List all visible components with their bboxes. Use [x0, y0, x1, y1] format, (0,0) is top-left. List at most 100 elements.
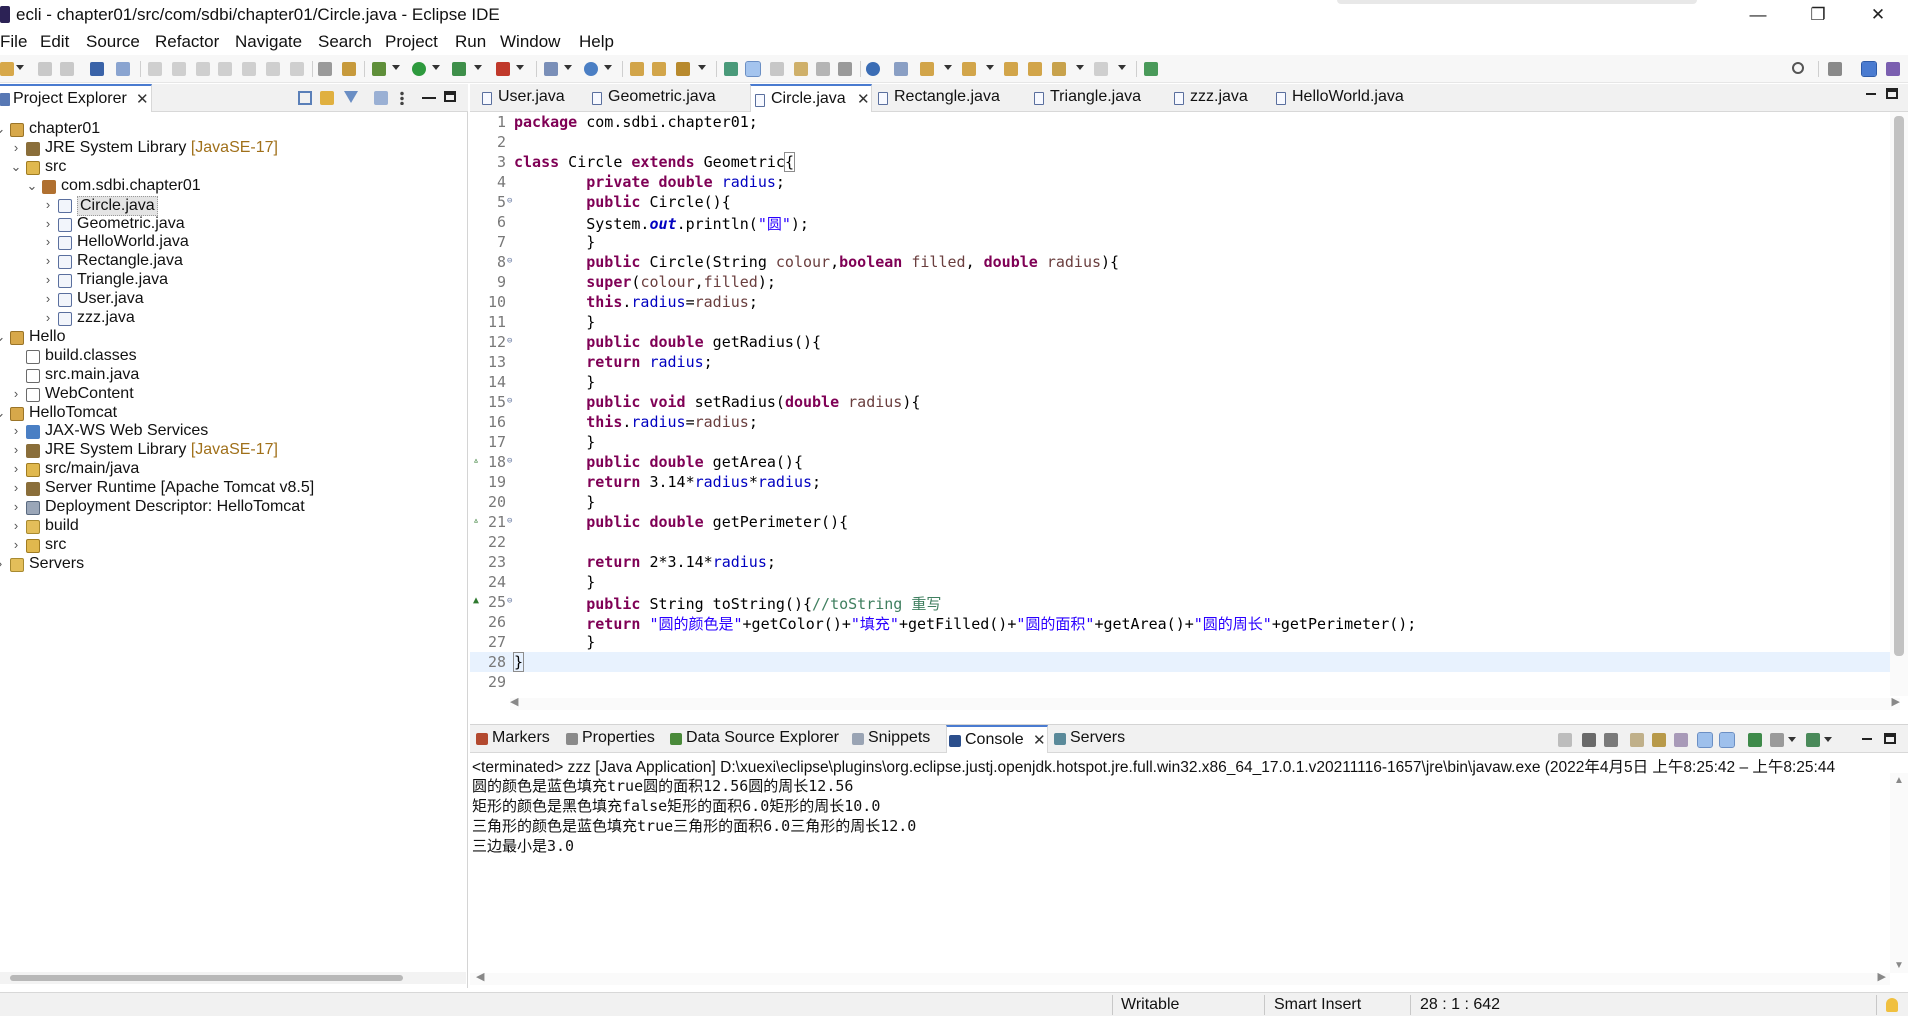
fold-toggle-icon[interactable]: ⊖	[507, 256, 512, 266]
back-dropdown-icon[interactable]	[1076, 65, 1084, 70]
menu-window[interactable]: Window	[500, 32, 560, 52]
pin-console-icon[interactable]	[1748, 733, 1762, 747]
menu-search[interactable]: Search	[318, 32, 372, 52]
display-console-dropdown-icon[interactable]	[1788, 737, 1796, 742]
view-menu-icon[interactable]	[400, 91, 404, 105]
show-whitespace-icon[interactable]	[816, 62, 830, 76]
pin-editor-icon[interactable]	[1144, 62, 1158, 76]
editor-vertical-scrollbar[interactable]	[1890, 112, 1908, 696]
fold-toggle-icon[interactable]: ⊖	[507, 196, 512, 206]
menu-source[interactable]: Source	[86, 32, 140, 52]
scroll-right-icon[interactable]: ▶	[1878, 970, 1886, 983]
external-tools-dropdown-icon[interactable]	[516, 65, 524, 70]
filter-icon[interactable]	[344, 91, 358, 103]
editor-tab-helloworld-java[interactable]: HelloWorld.java	[1272, 84, 1414, 112]
editor-tab-user-java[interactable]: User.java	[478, 84, 582, 112]
chevron-down-icon[interactable]: ⌄	[0, 121, 6, 137]
run-dropdown-icon[interactable]	[432, 65, 440, 70]
new-java-project-icon[interactable]	[544, 62, 558, 76]
search-icon[interactable]	[1792, 62, 1804, 74]
next-annotation-icon[interactable]	[920, 62, 934, 76]
remove-all-terminated-icon[interactable]	[1604, 733, 1618, 747]
open-console-dropdown-icon[interactable]	[1824, 737, 1832, 742]
open-console-icon[interactable]	[90, 62, 104, 76]
explorer-scroll-thumb[interactable]	[10, 975, 403, 981]
save-all-icon[interactable]	[60, 62, 74, 76]
maximize-view-icon[interactable]	[444, 91, 456, 102]
skip-breakpoints-icon[interactable]	[116, 62, 130, 76]
maximize-console-icon[interactable]	[1884, 733, 1896, 744]
menu-navigate[interactable]: Navigate	[235, 32, 302, 52]
chevron-right-icon[interactable]: ›	[10, 423, 22, 438]
web-browser-icon[interactable]	[866, 62, 880, 76]
minimize-editor-icon[interactable]	[1866, 93, 1876, 95]
word-wrap-console-icon[interactable]	[1674, 733, 1688, 747]
chevron-down-icon[interactable]: ⌄	[10, 159, 22, 175]
terminate-icon[interactable]	[196, 62, 210, 76]
forward-dropdown-icon[interactable]	[1118, 65, 1126, 70]
explorer-horizontal-scrollbar[interactable]	[0, 972, 466, 984]
back-edit-icon[interactable]	[1028, 62, 1042, 76]
editor-tab-zzz-java[interactable]: zzz.java	[1170, 84, 1256, 112]
mark-occurrences-icon[interactable]	[745, 61, 761, 77]
coverage-icon[interactable]	[452, 62, 466, 76]
debug-dropdown-icon[interactable]	[392, 65, 400, 70]
annotation-icon[interactable]	[894, 62, 908, 76]
forward-icon[interactable]	[1094, 62, 1108, 76]
save-icon[interactable]	[38, 62, 52, 76]
fold-toggle-icon[interactable]: ⊖	[507, 596, 512, 606]
close-icon[interactable]: ✕	[136, 90, 149, 108]
editor-tab-circle-java[interactable]: Circle.java ✕	[750, 84, 872, 112]
toggle-breadcrumb-icon[interactable]	[724, 62, 738, 76]
tab-snippets[interactable]: Snippets	[850, 725, 944, 753]
chevron-right-icon[interactable]: ›	[42, 310, 54, 325]
show-stderr-icon[interactable]	[1719, 732, 1735, 748]
search-dropdown-icon[interactable]	[698, 65, 706, 70]
editor-tab-rectangle-java[interactable]: Rectangle.java	[874, 84, 1004, 112]
previous-annotation-dropdown-icon[interactable]	[986, 65, 994, 70]
step-into-icon[interactable]	[242, 62, 256, 76]
java-ee-perspective-icon[interactable]	[1861, 61, 1877, 77]
new-class-dropdown-icon[interactable]	[604, 65, 612, 70]
console-vertical-scrollbar[interactable]: ▲ ▼	[1890, 773, 1908, 973]
minimize-view-icon[interactable]	[422, 97, 436, 99]
chevron-right-icon[interactable]: ›	[42, 291, 54, 306]
word-wrap-icon[interactable]	[770, 62, 784, 76]
toggle-mark-icon[interactable]	[342, 62, 356, 76]
chevron-right-icon[interactable]: ›	[42, 272, 54, 287]
chevron-right-icon[interactable]: ›	[10, 140, 22, 155]
pilcrow-icon[interactable]	[838, 62, 852, 76]
chevron-right-icon[interactable]: ›	[10, 518, 22, 533]
show-stdout-icon[interactable]	[1697, 732, 1713, 748]
fold-toggle-icon[interactable]: ⊖	[507, 516, 512, 526]
tab-markers[interactable]: Markers	[474, 725, 562, 753]
debug-icon[interactable]	[372, 62, 386, 76]
block-selection-icon[interactable]	[794, 62, 808, 76]
next-annotation-dropdown-icon[interactable]	[944, 65, 952, 70]
new-project-dropdown-icon[interactable]	[564, 65, 572, 70]
close-icon[interactable]: ✕	[1033, 731, 1046, 749]
chevron-right-icon[interactable]: ›	[10, 480, 22, 495]
back-icon[interactable]	[1052, 62, 1066, 76]
last-edit-icon[interactable]	[1004, 62, 1018, 76]
editor-horizontal-scrollbar[interactable]: ◀ ▶	[510, 695, 1900, 710]
close-icon[interactable]: ✕	[857, 90, 870, 108]
restore-button[interactable]: ❐	[1788, 0, 1848, 30]
chevron-right-icon[interactable]: ›	[42, 253, 54, 268]
tab-console[interactable]: Console ✕	[946, 725, 1048, 753]
tab-project-explorer[interactable]: Project Explorer ✕	[0, 84, 152, 112]
new-icon[interactable]	[0, 62, 14, 76]
menu-edit[interactable]: Edit	[40, 32, 69, 52]
scroll-right-icon[interactable]: ▶	[1892, 695, 1900, 708]
fold-toggle-icon[interactable]: ⊖	[507, 396, 512, 406]
display-console-icon[interactable]	[1770, 733, 1784, 747]
collapse-all-icon[interactable]	[298, 91, 312, 105]
chevron-down-icon[interactable]: ⌄	[0, 329, 6, 345]
chevron-right-icon[interactable]: ›	[0, 556, 6, 571]
scroll-left-icon[interactable]: ◀	[510, 695, 518, 708]
fold-toggle-icon[interactable]: ⊖	[507, 456, 512, 466]
console-horizontal-scrollbar[interactable]: ◀ ▶	[470, 970, 1890, 985]
external-tools-icon[interactable]	[496, 62, 510, 76]
editor-tab-geometric-java[interactable]: Geometric.java	[588, 84, 728, 112]
menu-run[interactable]: Run	[455, 32, 486, 52]
